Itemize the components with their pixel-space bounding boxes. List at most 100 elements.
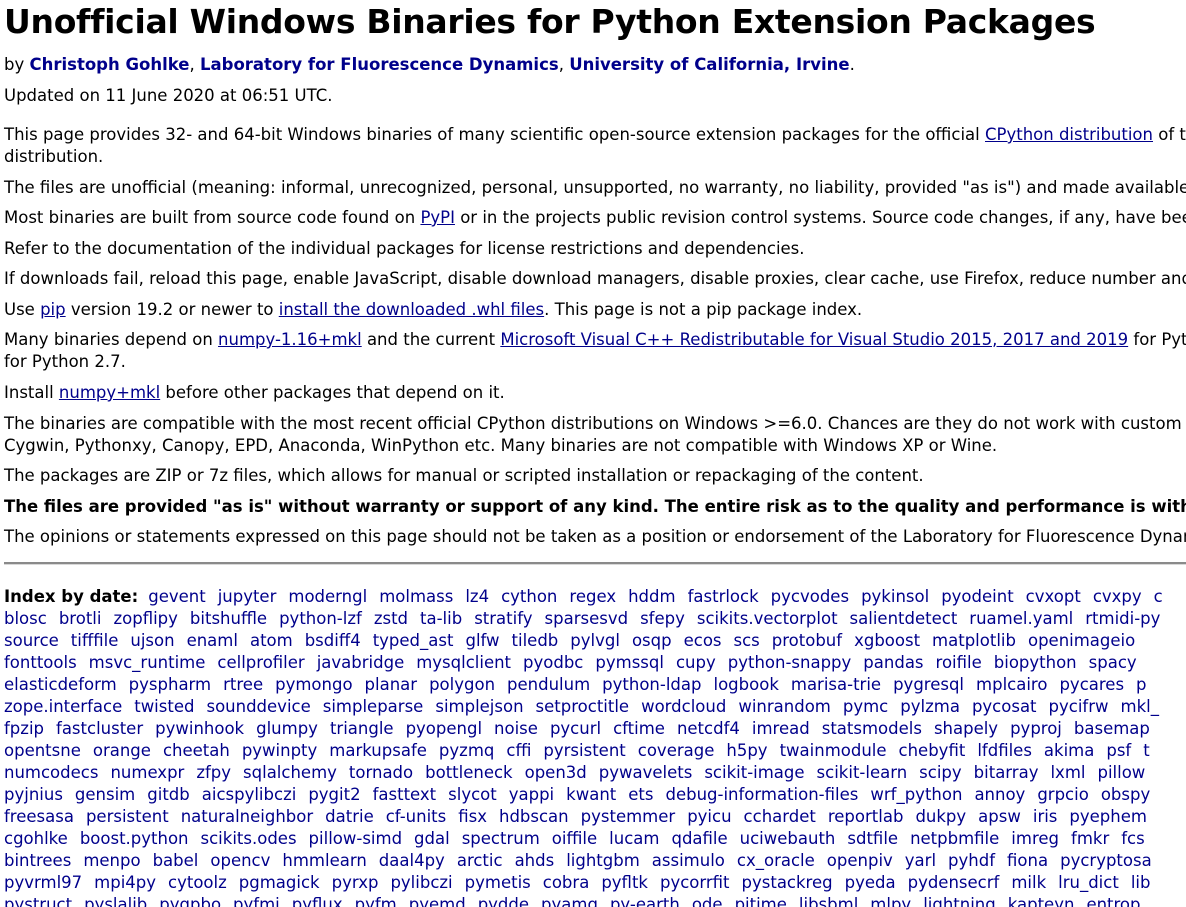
package-link[interactable]: pyodeint: [941, 587, 1013, 606]
package-link[interactable]: lxml: [1050, 763, 1085, 782]
package-link[interactable]: pyfltk: [601, 873, 648, 892]
package-link[interactable]: pystemmer: [581, 807, 676, 826]
package-link[interactable]: pymongo: [275, 675, 352, 694]
package-link[interactable]: sparsesvd: [545, 609, 629, 628]
package-link[interactable]: openimageio: [1028, 631, 1135, 650]
package-link[interactable]: hddm: [628, 587, 675, 606]
package-link[interactable]: reportlab: [828, 807, 904, 826]
package-link[interactable]: apsw: [978, 807, 1021, 826]
package-link[interactable]: ruamel.yaml: [969, 609, 1073, 628]
package-link[interactable]: pyfmi: [233, 895, 280, 907]
package-link[interactable]: mpi4py: [94, 873, 156, 892]
pypi-link[interactable]: PyPI: [420, 208, 455, 227]
package-link[interactable]: pycryptosa: [1060, 851, 1152, 870]
package-link[interactable]: setproctitle: [536, 697, 630, 716]
package-link[interactable]: iris: [1033, 807, 1058, 826]
package-link[interactable]: pygpbo: [159, 895, 221, 907]
package-link[interactable]: rtree: [223, 675, 263, 694]
package-link[interactable]: cython: [501, 587, 557, 606]
package-link[interactable]: naturalneighbor: [181, 807, 313, 826]
university-link[interactable]: University of California, Irvine: [569, 55, 849, 74]
package-link[interactable]: fpzip: [4, 719, 44, 738]
package-link[interactable]: daal4py: [379, 851, 445, 870]
package-link[interactable]: ahds: [515, 851, 555, 870]
package-link[interactable]: scs: [734, 631, 760, 650]
package-link[interactable]: yappi: [509, 785, 554, 804]
package-link[interactable]: python-lzf: [279, 609, 362, 628]
package-link[interactable]: bintrees: [4, 851, 71, 870]
package-link[interactable]: lightning: [923, 895, 996, 907]
package-link[interactable]: openpiv: [827, 851, 893, 870]
package-link[interactable]: triangle: [330, 719, 394, 738]
package-link[interactable]: rtmidi-py: [1085, 609, 1160, 628]
package-link[interactable]: opentsne: [4, 741, 81, 760]
package-link[interactable]: pgmagick: [239, 873, 320, 892]
package-link[interactable]: cvxpy: [1093, 587, 1142, 606]
package-link[interactable]: chebyfit: [899, 741, 966, 760]
package-link[interactable]: gevent: [148, 587, 205, 606]
numpy-mkl-version-link[interactable]: numpy-1.16+mkl: [218, 330, 362, 349]
package-link[interactable]: py-earth: [610, 895, 680, 907]
package-link[interactable]: pylibczi: [390, 873, 452, 892]
package-link[interactable]: scikits.vectorplot: [697, 609, 838, 628]
package-link[interactable]: simpleparse: [323, 697, 424, 716]
package-link[interactable]: ta-lib: [420, 609, 462, 628]
package-link[interactable]: scikit-image: [704, 763, 804, 782]
package-link[interactable]: boost.python: [80, 829, 189, 848]
package-link[interactable]: pygresql: [893, 675, 964, 694]
package-link[interactable]: scikit-learn: [817, 763, 908, 782]
package-link[interactable]: pyspharm: [129, 675, 211, 694]
package-link[interactable]: pyproj: [1010, 719, 1062, 738]
package-link[interactable]: stratify: [474, 609, 532, 628]
package-link[interactable]: python-snappy: [728, 653, 852, 672]
package-link[interactable]: psf: [1106, 741, 1131, 760]
package-link[interactable]: debug-information-files: [665, 785, 858, 804]
package-link[interactable]: brotli: [59, 609, 102, 628]
package-link[interactable]: zstd: [374, 609, 408, 628]
package-link[interactable]: menpo: [83, 851, 140, 870]
package-link[interactable]: pymssql: [595, 653, 664, 672]
package-link[interactable]: pyhdf: [948, 851, 995, 870]
package-link[interactable]: pyrxp: [332, 873, 379, 892]
package-link[interactable]: pyodbc: [523, 653, 583, 672]
package-link[interactable]: twisted: [134, 697, 194, 716]
package-link[interactable]: cupy: [676, 653, 716, 672]
package-link[interactable]: assimulo: [652, 851, 725, 870]
package-link[interactable]: pyeda: [845, 873, 896, 892]
package-link[interactable]: annoy: [974, 785, 1025, 804]
package-link[interactable]: pyicu: [687, 807, 731, 826]
package-link[interactable]: wrf_python: [870, 785, 962, 804]
package-link[interactable]: pyfm: [355, 895, 397, 907]
package-link[interactable]: kapteyn: [1008, 895, 1075, 907]
package-link[interactable]: opencv: [210, 851, 270, 870]
package-link[interactable]: scipy: [919, 763, 962, 782]
package-link[interactable]: gdal: [414, 829, 450, 848]
package-link[interactable]: bottleneck: [425, 763, 512, 782]
package-link[interactable]: bsdiff4: [305, 631, 361, 650]
package-link[interactable]: lfdfiles: [977, 741, 1032, 760]
package-link[interactable]: cffi: [506, 741, 531, 760]
package-link[interactable]: numcodecs: [4, 763, 98, 782]
package-link[interactable]: spacy: [1089, 653, 1137, 672]
package-link[interactable]: scikits.odes: [201, 829, 297, 848]
install-whl-link[interactable]: install the downloaded .whl files: [279, 300, 544, 319]
package-link[interactable]: pystruct: [4, 895, 72, 907]
package-link[interactable]: ecos: [684, 631, 722, 650]
package-link[interactable]: msvc_runtime: [89, 653, 206, 672]
package-link[interactable]: fmkr: [1071, 829, 1109, 848]
package-link[interactable]: javabridge: [317, 653, 405, 672]
package-link[interactable]: t: [1143, 741, 1149, 760]
package-link[interactable]: pillow: [1097, 763, 1145, 782]
package-link[interactable]: tiledb: [512, 631, 559, 650]
package-link[interactable]: coverage: [638, 741, 715, 760]
package-link[interactable]: mkl_: [1121, 697, 1159, 716]
package-link[interactable]: pycares: [1059, 675, 1124, 694]
package-link[interactable]: winrandom: [738, 697, 831, 716]
package-link[interactable]: slycot: [448, 785, 497, 804]
package-link[interactable]: akima: [1044, 741, 1094, 760]
package-link[interactable]: pitime: [735, 895, 787, 907]
package-link[interactable]: pykinsol: [861, 587, 929, 606]
package-link[interactable]: pydde: [478, 895, 529, 907]
package-link[interactable]: fastcluster: [56, 719, 143, 738]
package-link[interactable]: noise: [494, 719, 538, 738]
